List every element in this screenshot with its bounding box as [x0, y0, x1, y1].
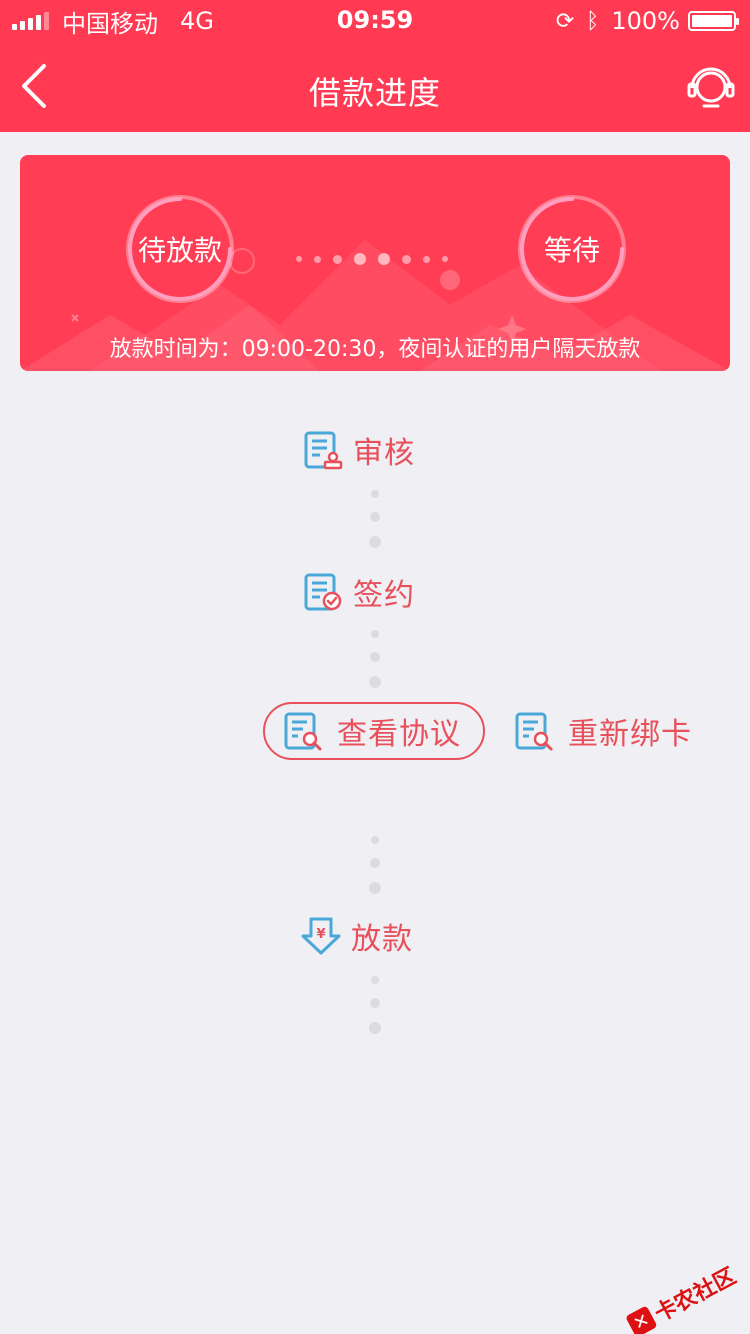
current-stage-ring: 待放款 — [126, 195, 234, 303]
step-connector — [369, 630, 381, 690]
rebind-card-label: 重新绑卡 — [568, 717, 692, 752]
step-connector — [369, 490, 381, 550]
disbursement-hours-note: 放款时间为：09:00-20:30，夜间认证的用户隔天放款 — [109, 337, 641, 362]
document-search-icon — [515, 712, 553, 751]
view-agreement-button[interactable]: 查看协议 — [263, 702, 485, 760]
stage-connector-dots — [290, 253, 454, 265]
step-sign: 签约 — [303, 570, 415, 614]
battery-icon — [688, 11, 739, 31]
document-search-icon — [284, 712, 322, 751]
step-disburse-label: 放款 — [351, 922, 413, 957]
step-review: 审核 — [303, 428, 415, 472]
step-connector — [369, 836, 381, 896]
document-check-icon — [304, 573, 342, 611]
headset-icon — [687, 67, 735, 108]
step-connector — [369, 976, 381, 1036]
battery-percent: 100% — [611, 7, 680, 35]
status-bar: 中国移动 4G 09:59 ⟳ ᛒ 100% — [0, 0, 750, 40]
rebind-card-button[interactable]: 重新绑卡 — [514, 708, 692, 754]
yuan-download-icon: ¥ — [301, 917, 341, 955]
app-screen: 中国移动 4G 09:59 ⟳ ᛒ 100% 借款进度 待放款 等待 放款时间为… — [0, 0, 750, 1334]
watermark: ✕ 卡农社区 — [623, 1259, 740, 1334]
progress-banner: 待放款 等待 放款时间为：09:00-20:30，夜间认证的用户隔天放款 — [20, 155, 730, 371]
current-stage-label: 待放款 — [137, 234, 222, 267]
watermark-text: 卡农社区 — [650, 1263, 741, 1328]
view-agreement-label: 查看协议 — [337, 717, 461, 752]
step-review-label: 审核 — [353, 436, 415, 471]
svg-text:¥: ¥ — [316, 927, 325, 942]
page-title: 借款进度 — [308, 74, 441, 112]
customer-service-button[interactable] — [686, 62, 736, 112]
nav-bar: 借款进度 — [0, 40, 750, 132]
step-sign-label: 签约 — [353, 578, 415, 613]
next-stage-ring: 等待 — [518, 195, 626, 303]
document-stamp-icon — [304, 431, 343, 470]
orientation-lock-icon: ⟳ — [555, 8, 575, 34]
bluetooth-icon: ᛒ — [586, 8, 600, 34]
status-right: ⟳ ᛒ 100% — [555, 6, 739, 36]
next-stage-label: 等待 — [543, 234, 600, 267]
step-disburse: ¥ 放款 — [301, 914, 413, 958]
